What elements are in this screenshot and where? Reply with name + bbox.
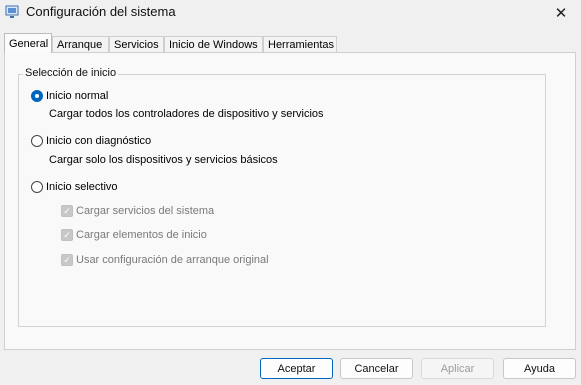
startup-selection-group: Selección de inicio Inicio normal Cargar…	[18, 67, 546, 327]
tab-panel-general: Selección de inicio Inicio normal Cargar…	[4, 52, 576, 350]
help-button[interactable]: Ayuda	[503, 358, 576, 379]
checkbox-cargar-elementos: ✓ Cargar elementos de inicio	[61, 229, 207, 241]
tab-inicio-de-windows[interactable]: Inicio de Windows	[164, 36, 263, 52]
checkmark-icon: ✓	[61, 254, 73, 266]
msconfig-icon	[5, 5, 19, 18]
close-icon: ✕	[554, 5, 568, 22]
radio-inicio-diagnostico[interactable]: Inicio con diagnóstico	[31, 135, 151, 147]
checkbox-label: Usar configuración de arranque original	[76, 254, 269, 266]
option-description: Cargar solo los dispositivos y servicios…	[49, 154, 278, 166]
checkbox-label: Cargar servicios del sistema	[76, 205, 215, 217]
radio-button[interactable]	[31, 181, 43, 193]
tab-arranque[interactable]: Arranque	[52, 36, 109, 52]
close-button[interactable]: ✕	[541, 0, 581, 26]
checkbox-label: Cargar elementos de inicio	[76, 229, 207, 241]
radio-inicio-selectivo[interactable]: Inicio selectivo	[31, 181, 118, 193]
radio-button[interactable]	[31, 135, 43, 147]
cancel-button[interactable]: Cancelar	[340, 358, 413, 379]
checkmark-icon: ✓	[61, 229, 73, 241]
option-description: Cargar todos los controladores de dispos…	[49, 108, 324, 120]
tab-servicios[interactable]: Servicios	[109, 36, 164, 52]
apply-button[interactable]: Aplicar	[421, 358, 494, 379]
checkmark-icon: ✓	[61, 205, 73, 217]
radio-label: Inicio normal	[46, 90, 109, 102]
tab-herramientas[interactable]: Herramientas	[263, 36, 337, 52]
window-title: Configuración del sistema	[26, 4, 176, 19]
radio-inicio-normal[interactable]: Inicio normal	[31, 90, 108, 102]
radio-label: Inicio con diagnóstico	[46, 135, 152, 147]
checkbox-cargar-servicios: ✓ Cargar servicios del sistema	[61, 205, 214, 217]
accept-button[interactable]: Aceptar	[260, 358, 333, 379]
group-label: Selección de inicio	[23, 67, 119, 79]
radio-button-checked[interactable]	[31, 90, 43, 102]
title-bar: Configuración del sistema ✕	[0, 0, 581, 26]
radio-label: Inicio selectivo	[46, 181, 118, 193]
checkbox-config-arranque-original: ✓ Usar configuración de arranque origina…	[61, 254, 269, 266]
tab-general[interactable]: General	[4, 33, 52, 53]
